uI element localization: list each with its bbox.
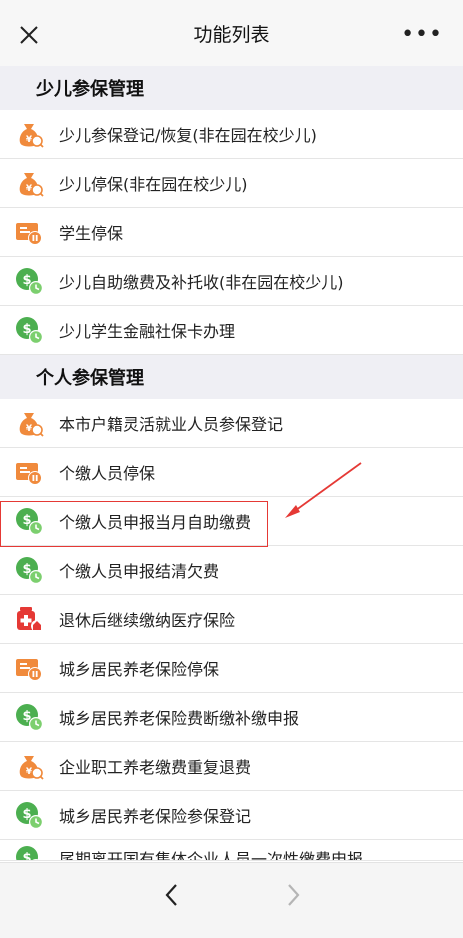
section-header: 少儿参保管理 [0,66,463,110]
pause-card-icon [14,457,44,487]
list-item[interactable]: 学生停保 [0,208,463,257]
back-arrow-icon[interactable] [162,881,182,909]
list-item[interactable]: 城乡居民养老保险费断缴补缴申报 [0,693,463,742]
list-item-label: 个缴人员申报结清欠费 [59,562,220,581]
bottom-nav-bar [0,862,463,938]
close-icon[interactable] [18,24,40,46]
forward-arrow-icon[interactable] [283,881,303,909]
money-bag-icon [14,168,44,198]
list-item-label: 学生停保 [59,224,124,243]
list-item[interactable]: 尾期离开国有集体企业人员一次性缴费申报 [0,840,463,861]
money-bag-icon [14,408,44,438]
list-item-label: 城乡居民养老保险参保登记 [59,807,252,826]
medical-kit-icon [14,604,44,634]
function-list: 少儿参保管理少儿参保登记/恢复(非在园在校少儿) 少儿停保(非在园在校少儿) 学生停… [0,66,463,861]
more-options-icon[interactable]: ••• [401,24,443,46]
list-item-label: 尾期离开国有集体企业人员一次性缴费申报 [59,850,364,861]
pause-card-icon [14,653,44,683]
money-bag-icon [14,751,44,781]
list-item-label: 少儿自助缴费及补托收(非在园在校少儿) [59,273,344,292]
list-item[interactable]: 少儿停保(非在园在校少儿) [0,159,463,208]
list-item[interactable]: 退休后继续缴纳医疗保险 [0,595,463,644]
payment-clock-icon [14,555,44,585]
payment-clock-icon [14,800,44,830]
list-item[interactable]: 企业职工养老缴费重复退费 [0,742,463,791]
list-item[interactable]: 本市户籍灵活就业人员参保登记 [0,399,463,448]
money-bag-icon [14,119,44,149]
list-item-label: 企业职工养老缴费重复退费 [59,758,252,777]
top-nav-bar: 功能列表 ••• [0,0,463,66]
list-item-label: 个缴人员停保 [59,464,156,483]
list-item-label: 少儿参保登记/恢复(非在园在校少儿) [59,126,317,145]
payment-clock-icon [14,702,44,732]
highlight-box [0,501,268,547]
list-item[interactable]: 个缴人员停保 [0,448,463,497]
list-item[interactable]: 城乡居民养老保险参保登记 [0,791,463,840]
list-item-label: 城乡居民养老保险停保 [59,660,220,679]
payment-clock-icon [14,315,44,345]
list-item-label: 少儿停保(非在园在校少儿) [59,175,248,194]
section-header: 个人参保管理 [0,355,463,399]
payment-clock-icon [14,266,44,296]
list-item-label: 本市户籍灵活就业人员参保登记 [59,415,284,434]
list-item[interactable]: 少儿学生金融社保卡办理 [0,306,463,355]
list-item-label: 城乡居民养老保险费断缴补缴申报 [59,709,300,728]
list-item-label: 退休后继续缴纳医疗保险 [59,611,236,630]
list-item[interactable]: 个缴人员申报结清欠费 [0,546,463,595]
pause-card-icon [14,217,44,247]
payment-clock-icon [14,844,44,861]
list-item[interactable]: 城乡居民养老保险停保 [0,644,463,693]
list-item-label: 少儿学生金融社保卡办理 [59,322,236,341]
list-item[interactable]: 少儿自助缴费及补托收(非在园在校少儿) [0,257,463,306]
list-item[interactable]: 少儿参保登记/恢复(非在园在校少儿) [0,110,463,159]
page-title: 功能列表 [193,23,270,46]
